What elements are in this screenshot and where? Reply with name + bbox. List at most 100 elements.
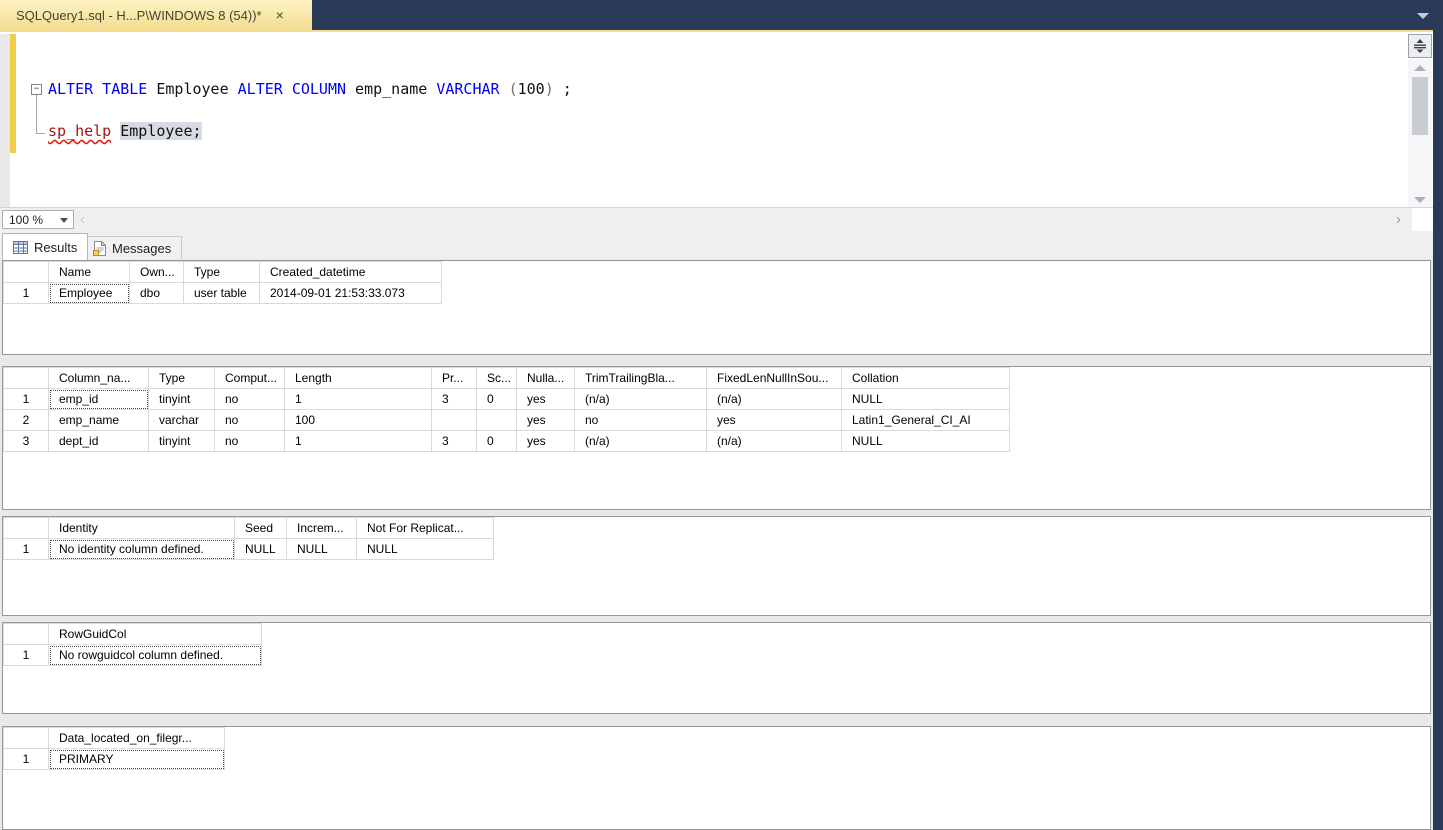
grid-corner-cell[interactable] <box>3 367 49 389</box>
grid-cell[interactable]: varchar <box>148 409 215 431</box>
scroll-down-arrow-icon[interactable] <box>1414 197 1426 203</box>
grid-cell[interactable]: (n/a) <box>706 388 842 410</box>
grid-cell[interactable]: yes <box>516 430 575 452</box>
grid-column-header[interactable]: RowGuidCol <box>48 623 262 645</box>
grid-cell[interactable]: 0 <box>476 388 517 410</box>
grid-cell[interactable]: emp_id <box>48 388 149 410</box>
tab-messages[interactable]: Messages <box>82 236 183 260</box>
grid-column-header[interactable]: Increm... <box>286 517 357 539</box>
editor-vertical-scrollbar[interactable] <box>1408 59 1432 209</box>
grid-cell[interactable]: 3 <box>431 388 477 410</box>
grid-row-header[interactable]: 1 <box>3 644 49 666</box>
grid-corner-cell[interactable] <box>3 727 49 749</box>
grid-corner-cell[interactable] <box>3 517 49 539</box>
grid-column-header[interactable]: Seed <box>234 517 287 539</box>
grid-cell[interactable]: 100 <box>284 409 432 431</box>
grid-column-header[interactable]: TrimTrailingBla... <box>574 367 707 389</box>
split-editor-button[interactable] <box>1408 34 1432 58</box>
tab-results[interactable]: Results <box>2 233 89 260</box>
grid-cell[interactable]: 1 <box>284 388 432 410</box>
grid-cell[interactable] <box>431 409 477 431</box>
grid-cell[interactable]: no <box>214 430 285 452</box>
grid-cell[interactable]: PRIMARY <box>48 748 225 770</box>
grid-cell[interactable]: dbo <box>129 282 184 304</box>
code-line[interactable]: sp_help Employee; <box>48 121 572 142</box>
grid-cell[interactable]: 2014-09-01 21:53:33.073 <box>259 282 442 304</box>
window-right-edge <box>1433 30 1443 830</box>
chevron-down-icon[interactable] <box>1417 13 1429 19</box>
results-pane: Name Own... Type Created_datetime 1 Employee d… <box>0 259 1433 830</box>
scroll-up-arrow-icon[interactable] <box>1414 65 1426 71</box>
grid-corner-cell[interactable] <box>3 261 49 283</box>
grid-cell[interactable]: No identity column defined. <box>48 538 235 560</box>
grid-cell[interactable]: yes <box>516 388 575 410</box>
grid-cell[interactable]: no <box>214 388 285 410</box>
grid-cell[interactable]: NULL <box>356 538 494 560</box>
grid-cell[interactable]: no <box>574 409 707 431</box>
grid-cell[interactable]: (n/a) <box>574 430 707 452</box>
grid-cell[interactable] <box>476 409 517 431</box>
grid-cell[interactable]: 0 <box>476 430 517 452</box>
code-line[interactable] <box>48 100 572 121</box>
grid-row-header[interactable]: 1 <box>3 748 49 770</box>
sql-editor[interactable]: − ALTER TABLE Employee ALTER COLUMN emp_… <box>0 30 1443 209</box>
grid-column-header[interactable]: Name <box>48 261 130 283</box>
grid-row-header[interactable]: 1 <box>3 538 49 560</box>
code-line[interactable]: ALTER TABLE Employee ALTER COLUMN emp_na… <box>48 79 572 100</box>
grid-column-header[interactable]: Pr... <box>431 367 477 389</box>
grid-column-header[interactable]: Type <box>148 367 215 389</box>
grid-column-header[interactable]: Column_na... <box>48 367 149 389</box>
grid-column-header[interactable]: Collation <box>841 367 1010 389</box>
tab-messages-label: Messages <box>112 241 172 256</box>
grid-cell[interactable]: NULL <box>841 430 1010 452</box>
grid-cell[interactable]: emp_name <box>48 409 149 431</box>
grid-column-header[interactable]: Length <box>284 367 432 389</box>
grid-column-header[interactable]: Own... <box>129 261 184 283</box>
grid-column-header[interactable]: Type <box>183 261 260 283</box>
grid-cell[interactable]: Employee <box>48 282 130 304</box>
grid-cell[interactable]: (n/a) <box>706 430 842 452</box>
zoom-level-select[interactable]: 100 % <box>2 210 74 229</box>
document-tab[interactable]: SQLQuery1.sql - H...P\WINDOWS 8 (54))* × <box>0 0 312 30</box>
grid-row-header[interactable]: 1 <box>3 388 49 410</box>
grid-column-header[interactable]: Data_located_on_filegr... <box>48 727 225 749</box>
grid-cell[interactable]: (n/a) <box>574 388 707 410</box>
collapse-outline-icon[interactable]: − <box>31 84 42 95</box>
grid-row-header[interactable]: 3 <box>3 430 49 452</box>
grid-cell[interactable]: NULL <box>234 538 287 560</box>
grid-cell[interactable]: yes <box>706 409 842 431</box>
grid-cell[interactable]: 3 <box>431 430 477 452</box>
grid-column-header[interactable]: Nulla... <box>516 367 575 389</box>
table-row: 3 dept_id tinyint no 1 3 0 yes (n/a) (n/a) NULL <box>3 430 1010 452</box>
grid-column-header[interactable]: Sc... <box>476 367 517 389</box>
grid-cell[interactable]: No rowguidcol column defined. <box>48 644 262 666</box>
grid-column-header[interactable]: Not For Replicat... <box>356 517 494 539</box>
code-line[interactable] <box>48 58 572 79</box>
grid-cell[interactable]: NULL <box>286 538 357 560</box>
grid-column-header[interactable]: Comput... <box>214 367 285 389</box>
code-line[interactable] <box>48 37 572 58</box>
scrollbar-corner <box>1412 208 1433 231</box>
grid-cell[interactable]: dept_id <box>48 430 149 452</box>
scrollbar-thumb[interactable] <box>1412 77 1428 135</box>
grid-cell[interactable]: NULL <box>841 388 1010 410</box>
grid-cell[interactable]: no <box>214 409 285 431</box>
grid-cell[interactable]: tinyint <box>148 430 215 452</box>
grid-cell[interactable]: user table <box>183 282 260 304</box>
grid-column-header[interactable]: FixedLenNullInSou... <box>706 367 842 389</box>
grid-row-header[interactable]: 1 <box>3 282 49 304</box>
scroll-right-arrow-icon[interactable]: › <box>1396 210 1401 229</box>
grid-cell[interactable]: yes <box>516 409 575 431</box>
grid-column-header[interactable]: Created_datetime <box>259 261 442 283</box>
table-row: 1 emp_id tinyint no 1 3 0 yes (n/a) (n/a) NULL <box>3 388 1010 410</box>
code-lines[interactable]: ALTER TABLE Employee ALTER COLUMN emp_na… <box>48 37 572 142</box>
scroll-left-arrow-icon[interactable]: ‹ <box>80 210 85 229</box>
grid-table: RowGuidCol 1 No rowguidcol column defined. <box>3 623 262 666</box>
grid-column-header[interactable]: Identity <box>48 517 235 539</box>
grid-corner-cell[interactable] <box>3 623 49 645</box>
grid-row-header[interactable]: 2 <box>3 409 49 431</box>
grid-cell[interactable]: Latin1_General_CI_AI <box>841 409 1010 431</box>
grid-cell[interactable]: 1 <box>284 430 432 452</box>
grid-cell[interactable]: tinyint <box>148 388 215 410</box>
close-icon[interactable]: × <box>276 8 284 22</box>
